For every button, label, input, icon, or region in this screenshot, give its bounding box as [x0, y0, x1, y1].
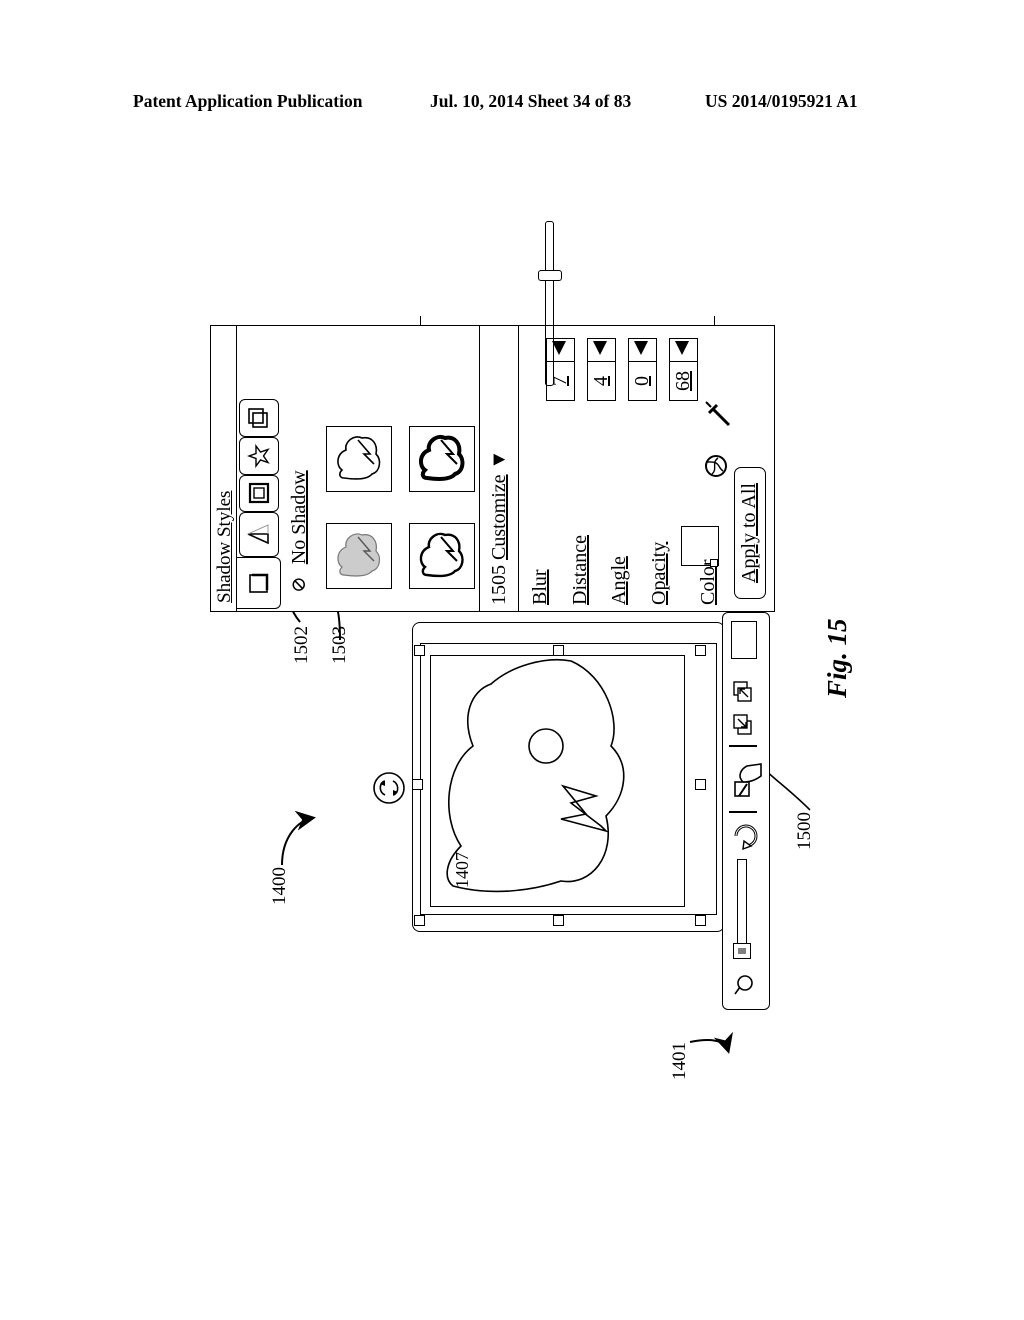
resize-handle-bottom-left[interactable]: [414, 645, 425, 656]
resize-handle-left[interactable]: [412, 779, 423, 790]
resize-handle-bottom-right[interactable]: [695, 645, 706, 656]
canvas-image[interactable]: 1407: [430, 655, 685, 907]
rotate-handle-icon[interactable]: [372, 771, 406, 805]
send-backward-icon[interactable]: [731, 711, 757, 737]
toolbar: [722, 612, 770, 1010]
apply-to-all-button[interactable]: Apply to All: [734, 467, 766, 599]
ref-1401: 1401: [669, 1042, 690, 1080]
resize-handle-top-left[interactable]: [414, 915, 425, 926]
resize-handle-right[interactable]: [695, 779, 706, 790]
opacity-value[interactable]: 68: [669, 361, 698, 401]
blur-increment-button[interactable]: [546, 338, 575, 361]
opacity-increment-button[interactable]: [669, 338, 698, 361]
zoom-icon[interactable]: [731, 969, 761, 999]
ref-1400: 1400: [269, 867, 290, 905]
color-swatch[interactable]: [681, 526, 719, 567]
distance-stepper[interactable]: 4: [587, 338, 616, 401]
ref-1502: 1502: [291, 626, 312, 664]
hand-pointer-icon: [739, 763, 762, 783]
angle-value[interactable]: 0: [628, 361, 657, 401]
shadow-styles-panel: Shadow Styles ⊘No Shadow 1505 Customize …: [210, 221, 775, 612]
rotate-icon[interactable]: [731, 821, 761, 851]
distance-increment-button[interactable]: [587, 338, 616, 361]
blur-value[interactable]: 7: [546, 361, 575, 401]
resize-handle-top[interactable]: [553, 915, 564, 926]
leader-1401: [689, 1031, 733, 1054]
figure-label: Fig. 15: [822, 618, 852, 698]
toolbar-field[interactable]: [731, 621, 757, 659]
patent-number: US 2014/0195921 A1: [705, 91, 858, 111]
toolbar-divider: [729, 811, 757, 813]
angle-stepper[interactable]: 0: [628, 338, 657, 401]
publication-title: Patent Application Publication: [133, 91, 363, 111]
angle-increment-button[interactable]: [628, 338, 657, 361]
zoom-slider-thumb[interactable]: [733, 943, 751, 959]
swatch-corner: [710, 559, 718, 567]
blur-stepper[interactable]: 7: [546, 338, 575, 401]
ref-1503: 1503: [329, 626, 350, 664]
shadow-tool-icon[interactable]: [727, 754, 765, 804]
ref-1500: 1500: [794, 812, 815, 850]
color-wheel-icon[interactable]: [701, 451, 731, 481]
date-sheet: Jul. 10, 2014 Sheet 34 of 83: [430, 91, 632, 111]
leader-1400: [281, 810, 316, 866]
figure-stage: 1501 1400 1401 1502 1503 1504 1500 1407: [190, 221, 870, 1100]
ref-1407: 1407: [452, 852, 472, 888]
slider-thumb[interactable]: [538, 270, 562, 281]
resize-handle-bottom[interactable]: [553, 645, 564, 656]
opacity-stepper[interactable]: 68: [669, 338, 698, 401]
distance-value[interactable]: 4: [587, 361, 616, 401]
toolbar-divider: [729, 745, 757, 747]
resize-handle-top-right[interactable]: [695, 915, 706, 926]
bring-forward-icon[interactable]: [731, 678, 757, 704]
eyedropper-icon[interactable]: [701, 397, 735, 431]
